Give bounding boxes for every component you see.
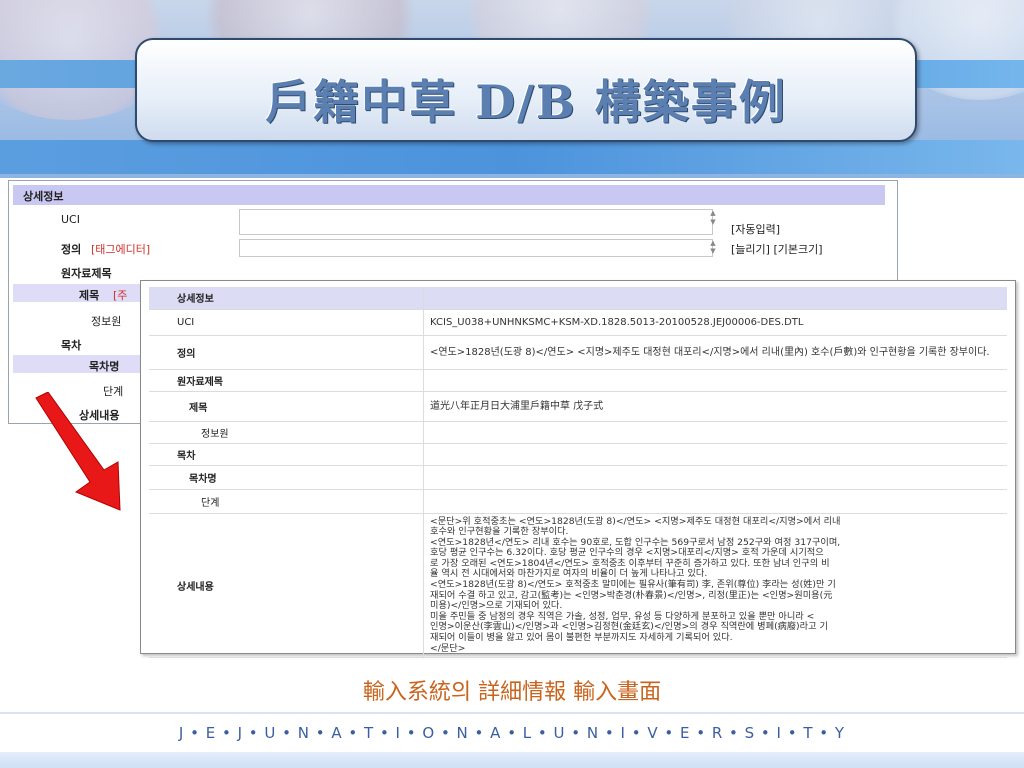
resize-links[interactable]: [늘리기] [기본크기] [731, 241, 823, 257]
detail-content-row-label: 상세내용 [149, 513, 424, 659]
uci-field-label: UCI [61, 213, 80, 226]
detail-line: 재되어 이들이 병을 앓고 있어 몸이 불편한 부분까지도 자세하게 기록되어 … [430, 632, 733, 644]
uci-label: UCI [149, 309, 424, 336]
toc-name-field-label: 목차명 [89, 360, 120, 373]
uci-value: KCIS_U038+UNHNKSMC+KSM-XD.1828.5013-2010… [423, 309, 1007, 336]
tag-editor-link[interactable]: [태그에디터] [91, 241, 150, 257]
toc-name-row-label: 목차명 [149, 465, 424, 490]
definition-value: <연도>1828년(도광 8)</연도> <지명>제주도 대정현 대포리</지명… [423, 335, 1007, 370]
footer-divider [0, 712, 1024, 714]
title-box: 戶籍中草 D/B 構築事例 [135, 38, 917, 142]
original-title-row-label: 원자료제목 [149, 369, 424, 392]
title-row-label: 제목 [149, 391, 424, 422]
detail-table: 상세정보 UCI KCIS_U038+UNHNKSMC+KSM-XD.1828.… [149, 287, 1007, 659]
toc-name-row-bg [13, 355, 143, 373]
table-row-title: 제목 道光八年正月日大浦里戶籍中草 戊子式 [149, 391, 1007, 422]
table-row-original-title: 원자료제목 [149, 369, 1007, 392]
source-field-label: 정보원 [91, 315, 122, 328]
table-row-uci: UCI KCIS_U038+UNHNKSMC+KSM-XD.1828.5013-… [149, 309, 1007, 336]
original-title-label: 원자료제목 [61, 267, 112, 280]
red-arrow-icon [35, 392, 121, 511]
slide-caption: 輸入系統의 詳細情報 輸入畫面 [362, 680, 662, 705]
definition-input[interactable] [239, 239, 713, 257]
uci-scroll-arrows[interactable]: ▲ ▼ [707, 209, 719, 227]
table-row-toc-name: 목차명 [149, 465, 1007, 490]
footer-band [0, 752, 1024, 768]
title-tag-link[interactable]: [주 [113, 287, 127, 303]
form-section-header: 상세정보 [13, 185, 885, 205]
definition-scroll-arrows[interactable]: ▲ ▼ [707, 239, 719, 255]
definition-field-label: 정의 [61, 243, 82, 256]
level-row-label: 단계 [149, 489, 424, 514]
form-section-title: 상세정보 [23, 190, 64, 203]
title-field-label: 제목 [79, 289, 100, 302]
table-row-level: 단계 [149, 489, 1007, 514]
toc-field-label: 목차 [61, 339, 82, 352]
table-row-source: 정보원 [149, 421, 1007, 444]
detail-view-panel: 상세정보 UCI KCIS_U038+UNHNKSMC+KSM-XD.1828.… [140, 280, 1016, 659]
university-footer-text: J • E • J • U • N • A • T • I • O • N • … [178, 724, 846, 742]
detail-content-value: <문단>위 호적중초는 <연도>1828년(도광 8)</연도> <지명>제주도… [423, 513, 1007, 659]
source-row-label: 정보원 [149, 421, 424, 444]
detail-section-title: 상세정보 [149, 287, 424, 310]
table-row-detail-content: 상세내용 <문단>위 호적중초는 <연도>1828년(도광 8)</연도> <지… [149, 513, 1007, 659]
detail-line: </문단> [430, 642, 466, 654]
uci-input[interactable] [239, 209, 713, 235]
table-row-toc: 목차 [149, 443, 1007, 466]
definition-label: 정의 [149, 335, 424, 370]
detail-section-header: 상세정보 [149, 287, 1007, 310]
auto-input-link[interactable]: [자동입력] [731, 221, 780, 237]
slide-title: 戶籍中草 D/B 構築事例 [265, 75, 787, 129]
table-row-definition: 정의 <연도>1828년(도광 8)</연도> <지명>제주도 대정현 대포리<… [149, 335, 1007, 370]
toc-row-label: 목차 [149, 443, 424, 466]
header-stripe-bottom [0, 140, 1024, 174]
title-value: 道光八年正月日大浦里戶籍中草 戊子式 [423, 391, 1007, 422]
